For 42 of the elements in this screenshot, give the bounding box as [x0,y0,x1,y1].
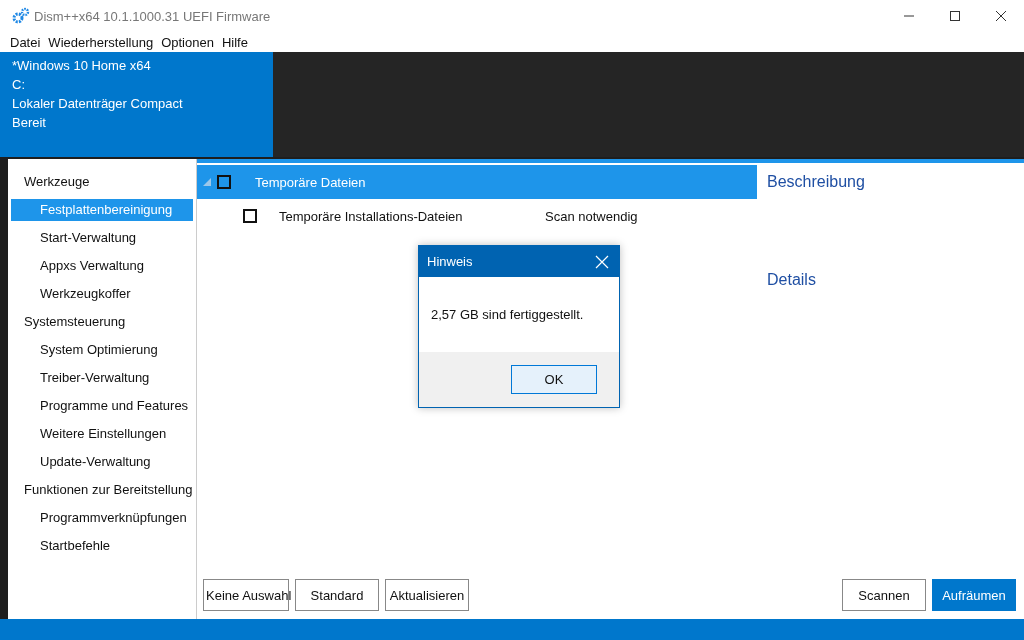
action-button[interactable]: Aktualisieren [385,579,469,611]
sidebar-item[interactable]: Weitere Einstellungen [11,423,193,445]
maximize-icon[interactable] [949,10,961,22]
action-button[interactable]: Keine Auswahl [203,579,289,611]
menu-item[interactable]: Optionen [159,34,216,50]
sidebar-item[interactable]: System Optimierung [11,339,193,361]
sidebar-group-label: Systemsteuerung [23,313,127,331]
menu-item[interactable]: Datei [8,34,43,50]
tree-label: Temporäre Installations-Dateien [279,208,464,224]
image-info-text: C: [12,77,26,92]
sidebar-item[interactable]: Update-Verwaltung [11,451,193,473]
sidebar-item[interactable]: Treiber-Verwaltung [11,367,193,389]
action-button[interactable]: Scannen [842,579,926,611]
sidebar-item[interactable]: Startbefehle [11,535,193,557]
sidebar-group-label: Werkzeuge [23,173,91,191]
section-heading: Beschreibung [767,173,866,191]
close-icon[interactable] [995,10,1007,22]
status-text: Scan notwendig [545,208,638,224]
gears-icon [12,7,30,25]
checkbox[interactable] [243,209,257,223]
checkbox[interactable] [217,175,231,189]
sidebar-item[interactable]: Programmverknüpfungen [11,507,193,529]
image-info-panel[interactable]: *Windows 10 Home x64 C: Lokaler Datenträger Compact Bereit [0,52,273,157]
sidebar-item[interactable]: Werkzeugkoffer [11,283,193,305]
tree-row[interactable]: Temporäre Installations-Dateien Scan notwendig [197,199,757,233]
menu-item[interactable]: Wiederherstellung [46,34,156,50]
action-button[interactable]: Standard [295,579,379,611]
image-info-text: *Windows 10 Home x64 [12,58,152,73]
menu-item[interactable]: Hilfe [219,34,250,50]
sidebar-item[interactable]: Programme und Features [11,395,193,417]
ok-button[interactable]: OK [511,365,597,394]
action-button[interactable]: Aufräumen [932,579,1016,611]
image-info-text: Bereit [12,115,47,130]
image-info-text: Lokaler Datenträger Compact [12,96,184,111]
dialog-message: 2,57 GB sind fertiggestellt. [431,307,584,322]
sidebar-item[interactable]: Start-Verwaltung [11,227,193,249]
tree-label: Temporäre Dateien [255,174,366,190]
section-heading: Details [767,271,817,289]
sidebar-item[interactable]: Appxs Verwaltung [11,255,193,277]
window-title: Dism++x64 10.1.1000.31 UEFI Firmware [34,8,272,24]
dialog-title: Hinweis [427,254,474,269]
sidebar-group-label: Funktionen zur Bereitstellung [23,481,194,499]
